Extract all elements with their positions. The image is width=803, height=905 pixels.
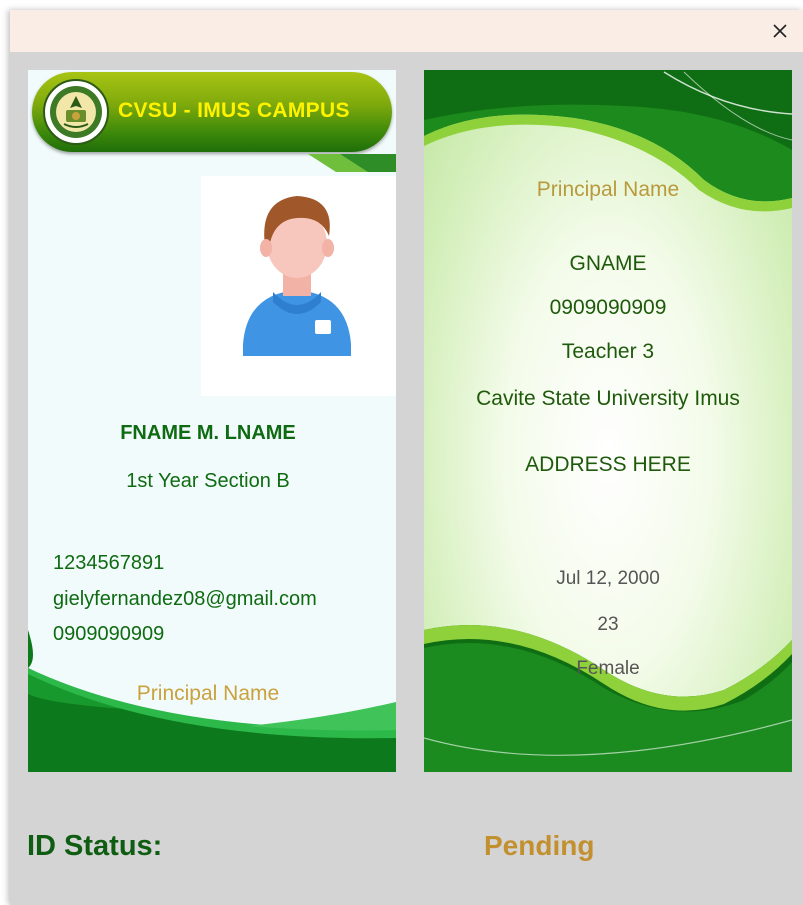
id-card-front: CVSU - IMUS CAMPUS FNAME M. LNAME 1st Ye… — [28, 70, 396, 772]
campus-name: CVSU - IMUS CAMPUS — [118, 99, 350, 122]
close-button[interactable] — [767, 18, 793, 44]
id-card-back: Principal Name GNAME 0909090909 Teacher … — [424, 70, 792, 772]
id-status-value: Pending — [484, 830, 595, 861]
age: 23 — [597, 614, 619, 635]
student-name: FNAME M. LNAME — [120, 422, 296, 444]
birthdate: Jul 12, 2000 — [556, 568, 660, 589]
guardian-position: Teacher 3 — [561, 340, 655, 363]
student-section: 1st Year Section B — [126, 470, 290, 492]
principal-name-front: Principal Name — [136, 682, 280, 705]
close-icon — [773, 24, 787, 38]
student-email: gielyfernandez08@gmail.com — [53, 588, 317, 610]
guardian-name: GNAME — [569, 252, 647, 275]
address: ADDRESS HERE — [525, 453, 691, 476]
student-photo — [201, 176, 396, 396]
school-name: Cavite State University Imus — [476, 387, 740, 410]
id-status-label: ID Status: — [27, 830, 163, 862]
student-id-number: 1234567891 — [53, 552, 165, 574]
student-avatar-icon — [243, 196, 351, 356]
campus-seal-logo — [43, 79, 109, 145]
guardian-phone: 0909090909 — [549, 296, 667, 319]
dialog-titlebar — [10, 10, 803, 52]
campus-banner: CVSU - IMUS CAMPUS — [32, 72, 392, 152]
gender: Female — [576, 658, 640, 679]
decorative-stripe — [308, 154, 396, 172]
id-preview-dialog: CVSU - IMUS CAMPUS FNAME M. LNAME 1st Ye… — [10, 10, 803, 905]
principal-name-back: Principal Name — [536, 178, 680, 201]
